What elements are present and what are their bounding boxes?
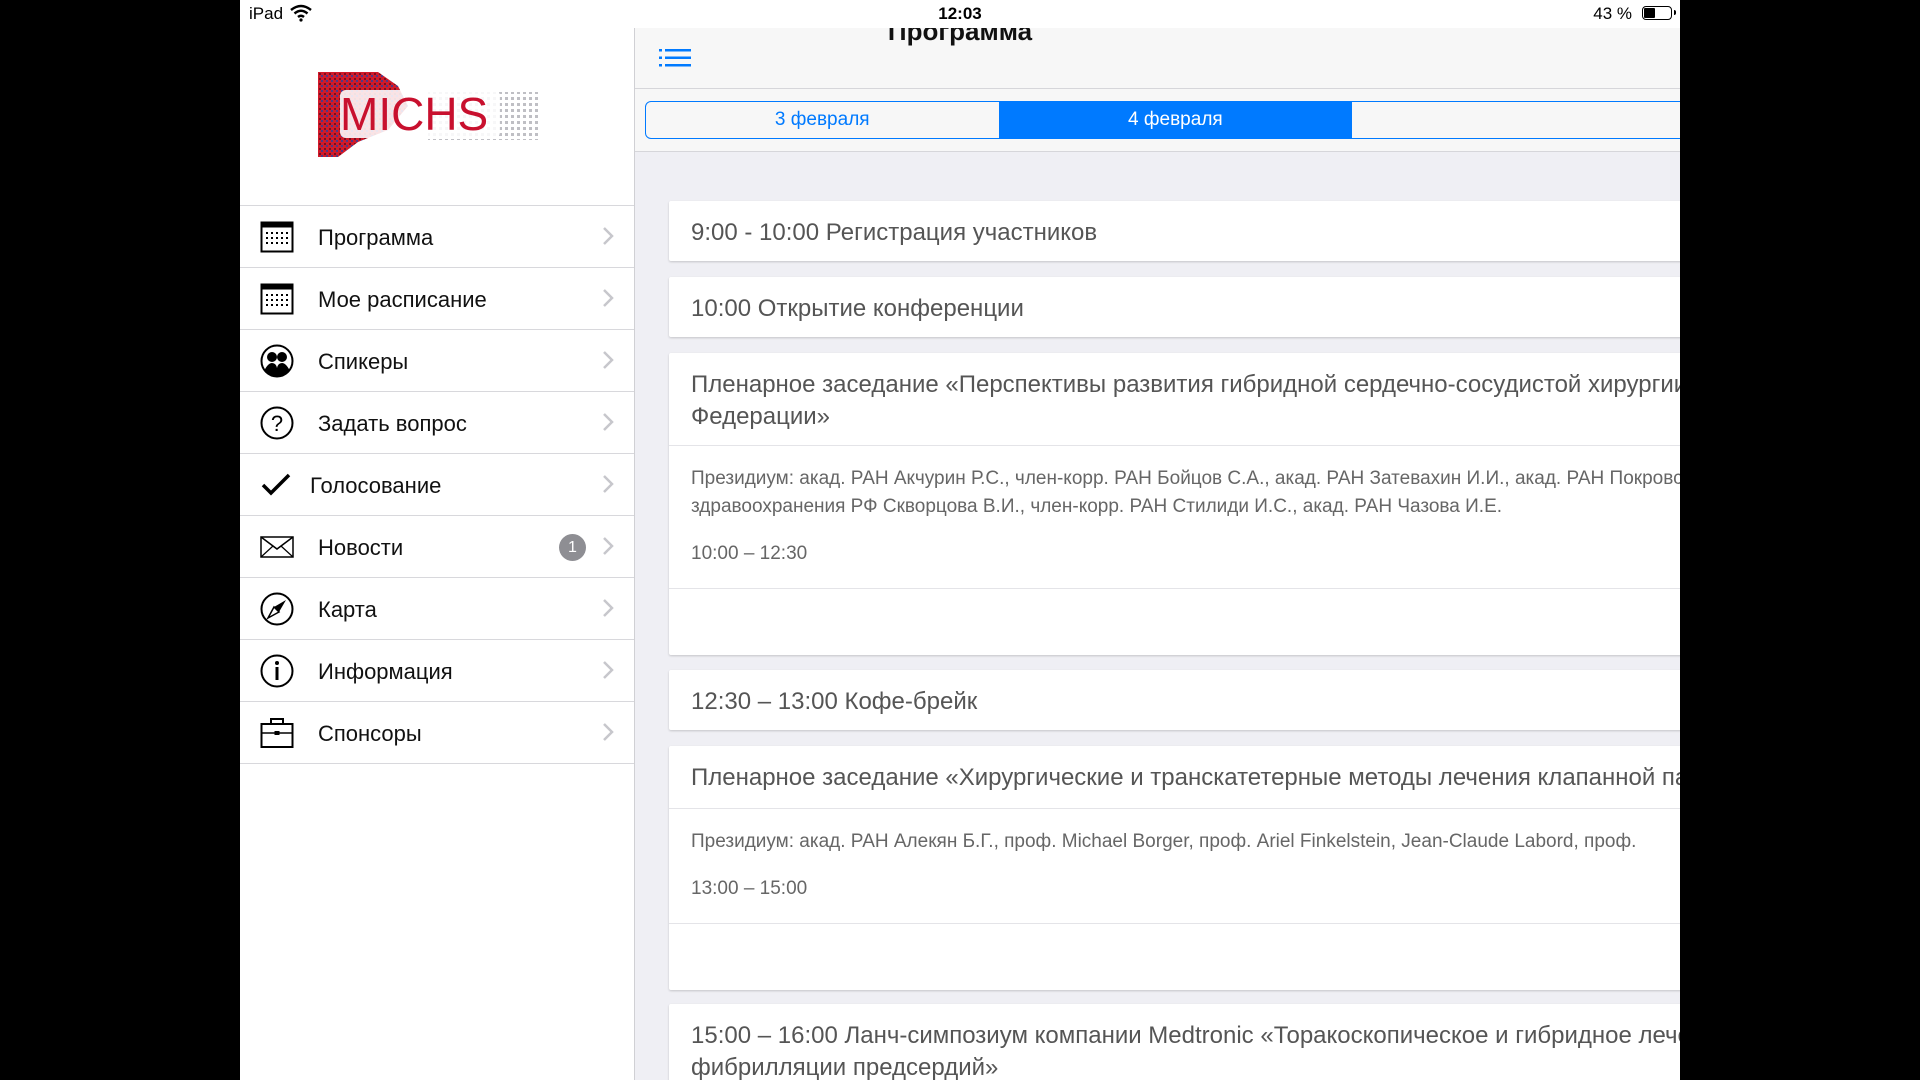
sidebar-item-voting[interactable]: Голосование xyxy=(240,454,634,516)
chevron-right-icon xyxy=(603,289,614,307)
date-segmented-control: 3 февраля 4 февраля xyxy=(645,101,1680,139)
divider xyxy=(669,923,1680,924)
chevron-right-icon xyxy=(603,227,614,245)
status-time: 12:03 xyxy=(938,4,982,23)
compass-icon xyxy=(260,592,294,626)
sidebar-item-label: Информация xyxy=(318,659,453,684)
chevron-right-icon xyxy=(603,475,614,493)
sidebar-item-information[interactable]: Информация xyxy=(240,640,634,702)
session-card-lunch-symposium[interactable]: 15:00 – 16:00 Ланч-симпозиум компании Me… xyxy=(669,1004,1680,1080)
chevron-right-icon xyxy=(603,723,614,741)
divider xyxy=(669,588,1680,589)
chevron-right-icon xyxy=(603,413,614,431)
calendar-icon xyxy=(260,221,294,253)
session-time: 10:00 – 12:30 xyxy=(691,543,808,564)
session-presidium: Президиум: акад. РАН Акчурин Р.С., член-… xyxy=(691,468,1680,517)
sidebar-item-program[interactable]: Программа xyxy=(240,206,634,268)
speakers-icon xyxy=(260,344,294,378)
sidebar-item-label: Карта xyxy=(318,597,377,622)
sidebar-item-label: Спикеры xyxy=(318,349,409,374)
checkmark-icon xyxy=(261,473,291,496)
sidebar-item-label: Мое расписание xyxy=(318,287,487,312)
chevron-right-icon xyxy=(603,537,614,555)
sidebar-item-sponsors[interactable]: Спонсоры xyxy=(240,702,634,764)
sidebar-item-label: Новости xyxy=(318,535,404,560)
sidebar-item-ask-question[interactable]: ? Задать вопрос xyxy=(240,392,634,454)
divider xyxy=(669,445,1680,446)
status-bar: iPad 12:03 43 % xyxy=(240,0,1680,28)
battery-icon xyxy=(1642,6,1676,20)
svg-text:MICHS: MICHS xyxy=(340,88,488,140)
program-list: 9:00 - 10:00 Регистрация участников 10:0… xyxy=(635,152,1680,1080)
tab-feb-4[interactable]: 4 февраля xyxy=(998,102,1352,138)
battery-level xyxy=(1644,8,1655,18)
ipad-screen: MICHS Программа Мое расписание Спикеры ?… xyxy=(240,0,1680,1080)
session-card-opening[interactable]: 10:00 Открытие конференции xyxy=(669,277,1680,337)
session-card-coffee-break[interactable]: 12:30 – 13:00 Кофе-брейк xyxy=(669,670,1680,730)
sidebar-item-label: Задать вопрос xyxy=(318,411,467,436)
session-title: Пленарное заседание «Хирургические и тра… xyxy=(691,764,1680,791)
sidebar-item-map[interactable]: Карта xyxy=(240,578,634,640)
sidebar-item-speakers[interactable]: Спикеры xyxy=(240,330,634,392)
svg-text:?: ? xyxy=(271,411,283,436)
session-time: 13:00 – 15:00 xyxy=(691,878,808,899)
main-content: 3 февраля 4 февраля 9:00 - 10:00 Регистр… xyxy=(635,28,1680,1080)
michs-logo: MICHS xyxy=(318,72,538,157)
news-count-badge: 1 xyxy=(559,534,586,561)
date-selector-bar: 3 февраля 4 февраля xyxy=(635,89,1680,152)
envelope-icon xyxy=(260,536,294,558)
chevron-right-icon xyxy=(603,661,614,679)
tab-next-day[interactable] xyxy=(1351,102,1680,138)
session-title: 10:00 Открытие конференции xyxy=(691,295,1024,322)
sidebar-item-news[interactable]: Новости 1 xyxy=(240,516,634,578)
session-card-registration[interactable]: 9:00 - 10:00 Регистрация участников xyxy=(669,201,1680,261)
chevron-right-icon xyxy=(603,599,614,617)
session-title: Пленарное заседание «Перспективы развити… xyxy=(691,371,1680,430)
divider xyxy=(669,808,1680,809)
sidebar: MICHS Программа Мое расписание Спикеры ?… xyxy=(240,0,635,1080)
session-title: 9:00 - 10:00 Регистрация участников xyxy=(691,219,1098,246)
sidebar-item-label: Программа xyxy=(318,225,434,250)
sidebar-menu: Программа Мое расписание Спикеры ? Задат… xyxy=(240,205,634,764)
briefcase-icon xyxy=(260,718,294,748)
session-card-plenary-2[interactable]: Пленарное заседание «Хирургические и тра… xyxy=(669,746,1680,990)
session-presidium: Президиум: акад. РАН Алекян Б.Г., проф. … xyxy=(691,831,1637,852)
tab-feb-3[interactable]: 3 февраля xyxy=(646,102,999,138)
session-title: 15:00 – 16:00 Ланч-симпозиум компании Me… xyxy=(691,1022,1680,1080)
calendar-icon xyxy=(260,283,294,315)
list-menu-icon[interactable] xyxy=(659,46,691,70)
session-title: 12:30 – 13:00 Кофе-брейк xyxy=(691,688,978,715)
chevron-right-icon xyxy=(603,351,614,369)
info-icon xyxy=(260,654,294,688)
question-icon: ? xyxy=(260,406,294,440)
session-card-plenary-1[interactable]: Пленарное заседание «Перспективы развити… xyxy=(669,353,1680,655)
sidebar-item-my-schedule[interactable]: Мое расписание xyxy=(240,268,634,330)
sidebar-item-label: Голосование xyxy=(310,473,442,498)
battery-percentage: 43 % xyxy=(1593,4,1632,23)
sidebar-item-label: Спонсоры xyxy=(318,721,422,746)
